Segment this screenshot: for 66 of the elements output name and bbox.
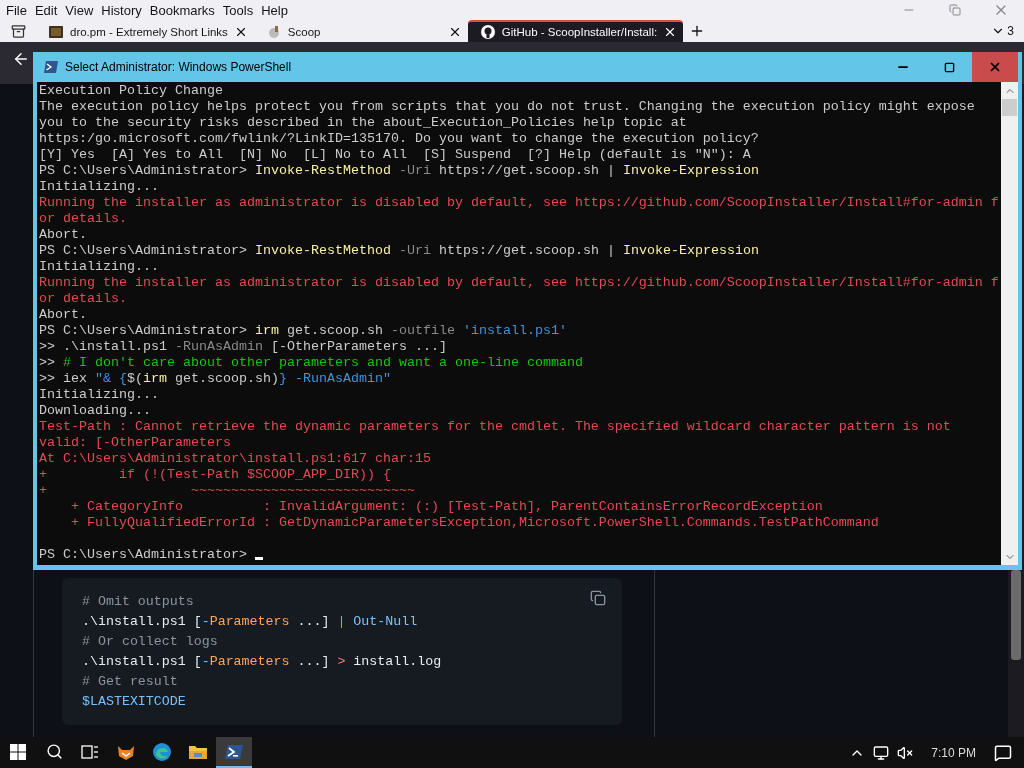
notification-icon[interactable] [994,743,1012,762]
code-line: # Omit outputs [82,593,194,611]
menu-item[interactable]: Help [259,2,294,18]
terminal-line: [Y] Yes [A] Yes to All [N] No [L] No to All [S] Suspend [?] Help (default is "N"): A [39,147,752,163]
powershell-icon[interactable] [224,742,244,761]
copy-icon[interactable] [590,590,606,606]
browser-tab[interactable]: GitHub - ScoopInstaller/Install: [467,20,684,42]
tray-icon [10,23,26,39]
restore-icon [949,4,961,16]
terminal-line: The execution policy helps protect you from scripts that you do not trust. Changing the execution policy might expose [39,99,976,115]
code-line: .\install.ps1 [-Parameters ...] > install.log [82,653,442,671]
edge-browser-icon[interactable] [152,741,172,762]
code-line: $LASTEXITCODE [82,693,186,711]
terminal-line: Initializing... [39,179,160,195]
terminal-line: Execution Policy Change [39,83,224,99]
code-line: # Or collect logs [82,633,218,651]
tab-count-button[interactable]: 3 [991,20,1024,42]
menu-item[interactable]: History [99,2,148,18]
code-line: # Get result [82,673,178,691]
terminal-line: PS C:\Users\Administrator> Invoke-RestMethod -Uri https://get.scoop.sh | Invoke-Expression [39,163,760,179]
back-icon[interactable] [12,50,30,68]
terminal-line: + CategoryInfo : InvalidArgument: (:) [Test-Path], ParentContainsErrorRecordException [70,499,824,515]
browser-tab[interactable]: dro.pm - Extremely Short Links [36,20,254,42]
github-favicon-icon [479,24,496,40]
terminal-line: https:/go.microsoft.com/fwlink/?LinkID=135170. Do you want to change the execution policy? [39,131,760,147]
terminal-line: + if (!(Test-Path $SCOOP_APP_DIR)) { [39,467,392,483]
terminal-line: Initializing... [39,387,160,403]
terminal-line: Test-Path : Cannot retrieve the dynamic parameters for the cmdlet. The specified wildcard character pattern is not [39,419,952,435]
code-line: .\install.ps1 [-Parameters ...] | Out-Null [82,613,418,631]
terminal-line: >> .\install.ps1 -RunAsAdmin [-OtherParameters ...] [39,339,448,355]
terminal-line: or details. [39,211,128,227]
menu-item[interactable]: Bookmarks [147,2,221,18]
site-favicon-icon [48,24,64,40]
terminal-line: + ~~~~~~~~~~~~~~~~~~~~~~~~~~~~ [39,483,416,499]
terminal-line: or details. [39,291,128,307]
terminal-line: valid: [-OtherParameters [39,435,232,451]
volume-muted-icon[interactable] [897,744,914,761]
scrollbar-thumb[interactable] [1011,570,1021,660]
terminal-line: + FullyQualifiedErrorId : GetDynamicParametersException,Microsoft.PowerShell.Commands.TestPathCommand [70,515,880,531]
menu-item[interactable]: Edit [32,2,64,18]
browser-tab[interactable]: Scoop [253,20,468,42]
taskbar-app[interactable] [216,737,252,768]
terminal-line: Initializing... [39,259,160,275]
terminal-line: >> # I don't care about other parameters and want a one-line command [39,355,584,371]
terminal-line: At C:\Users\Administrator\install.ps1:617 char:15 [39,451,432,467]
terminal-line: PS C:\Users\Administrator> [39,547,1001,563]
scrollbar[interactable] [1001,82,1018,565]
terminal-line: Abort. [39,307,88,323]
terminal-line: Abort. [39,227,88,243]
clock[interactable]: 7:10 PM [921,745,986,760]
terminal-line: PS C:\Users\Administrator> Invoke-RestMethod -Uri https://get.scoop.sh | Invoke-Expression [39,243,760,259]
terminal-line: Downloading... [39,403,152,419]
terminal-line: PS C:\Users\Administrator> irm get.scoop.sh -outfile 'install.ps1' [39,323,568,339]
terminal-line: Running the installer as administrator is disabled by default, see https://github.com/ScoopInstaller/Install#for-admin f [39,275,1000,291]
menu-item[interactable]: File [4,2,33,18]
scrollbar-thumb[interactable] [1002,99,1017,116]
menu-item[interactable]: View [63,2,100,18]
terminal-line: Running the installer as administrator is disabled by default, see https://github.com/ScoopInstaller/Install#for-admin f [39,195,1000,211]
terminal-line: you to the security risks described in the about_Execution_Policies help topic at [39,115,688,131]
menu-item[interactable]: Tools [220,2,260,18]
terminal-line: >> iex "& {$(irm get.scoop.sh)} -RunAsAdmin" [39,371,392,387]
powershell-icon [43,60,59,74]
maximize-icon [943,61,955,73]
window-title: Select Administrator: Windows PowerShell [65,60,292,74]
network-icon[interactable] [873,744,890,761]
close-icon [988,60,1002,74]
